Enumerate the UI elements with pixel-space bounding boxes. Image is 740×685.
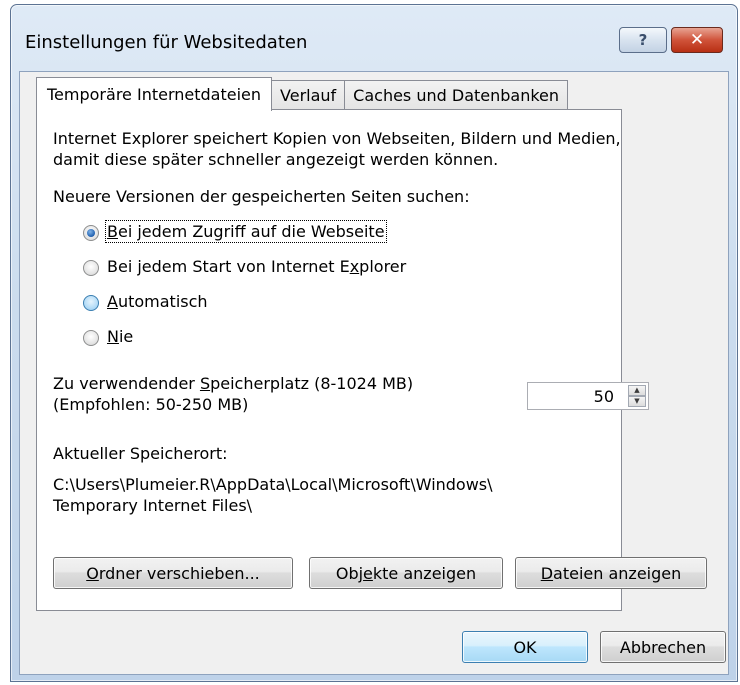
current-location-path-line1: C:\Users\Plumeier.R\AppData\Local\Micros…: [53, 475, 493, 494]
view-files-button[interactable]: Dateien anzeigen: [515, 557, 707, 589]
radio-every-start-label[interactable]: Bei jedem Start von Internet Explorer: [107, 257, 406, 276]
spinner-buttons: ▲ ▼: [628, 385, 646, 407]
check-versions-heading: Neuere Versionen der gespeicherten Seite…: [53, 187, 470, 206]
radio-never-label[interactable]: Nie: [107, 327, 133, 346]
close-button[interactable]: ✕: [671, 27, 723, 53]
storage-size-value[interactable]: 50: [594, 387, 614, 406]
close-icon: ✕: [689, 30, 705, 50]
window-title: Einstellungen für Websitedaten: [25, 32, 308, 53]
radio-automatic[interactable]: [83, 295, 99, 311]
spinner-down-button[interactable]: ▼: [628, 396, 646, 407]
tab-temporary-files[interactable]: Temporäre Internetdateien: [36, 77, 273, 111]
view-objects-button[interactable]: Obj e kte anzeigen: [309, 557, 503, 589]
move-folder-button[interactable]: Ordner verschieben...: [53, 557, 293, 589]
cancel-button[interactable]: Abbrechen: [600, 631, 726, 663]
triangle-up-icon: ▲: [634, 386, 640, 394]
storage-size-spinner[interactable]: 50 ▲ ▼: [527, 382, 649, 410]
title-bar: Einstellungen für Websitedaten ? ✕: [11, 5, 737, 71]
help-icon: ?: [638, 31, 648, 49]
current-location-path-line2: Temporary Internet Files\: [53, 496, 253, 515]
dialog-window: Einstellungen für Websitedaten ? ✕ Tempo…: [10, 4, 738, 682]
ok-button[interactable]: OK: [462, 631, 588, 663]
tab-history[interactable]: Verlauf: [271, 80, 346, 110]
tab-page-temporary-files: Internet Explorer speichert Kopien von W…: [36, 109, 707, 611]
storage-size-label: Zu verwendender Speicherplatz (8-1024 MB…: [53, 374, 414, 393]
storage-recommended-label: (Empfohlen: 50-250 MB): [53, 395, 249, 414]
current-location-label: Aktueller Speicherort:: [53, 444, 228, 463]
radio-every-visit-label[interactable]: Bei jedem Zugriff auf die Webseite: [105, 220, 387, 243]
triangle-down-icon: ▼: [634, 397, 640, 405]
spinner-up-button[interactable]: ▲: [628, 385, 646, 396]
radio-every-visit[interactable]: [83, 225, 99, 241]
intro-text-line1: Internet Explorer speichert Kopien von W…: [53, 129, 621, 148]
tab-caches-databases[interactable]: Caches und Datenbanken: [344, 80, 569, 110]
tab-strip: Temporäre Internetdateien Verlauf Caches…: [36, 76, 569, 111]
radio-automatic-label[interactable]: Automatisch: [107, 292, 208, 311]
radio-every-start[interactable]: [83, 260, 99, 276]
help-button[interactable]: ?: [619, 27, 667, 53]
dialog-client: Temporäre Internetdateien Verlauf Caches…: [19, 71, 729, 675]
radio-never[interactable]: [83, 330, 99, 346]
intro-text-line2: damit diese später schneller angezeigt w…: [53, 150, 499, 169]
